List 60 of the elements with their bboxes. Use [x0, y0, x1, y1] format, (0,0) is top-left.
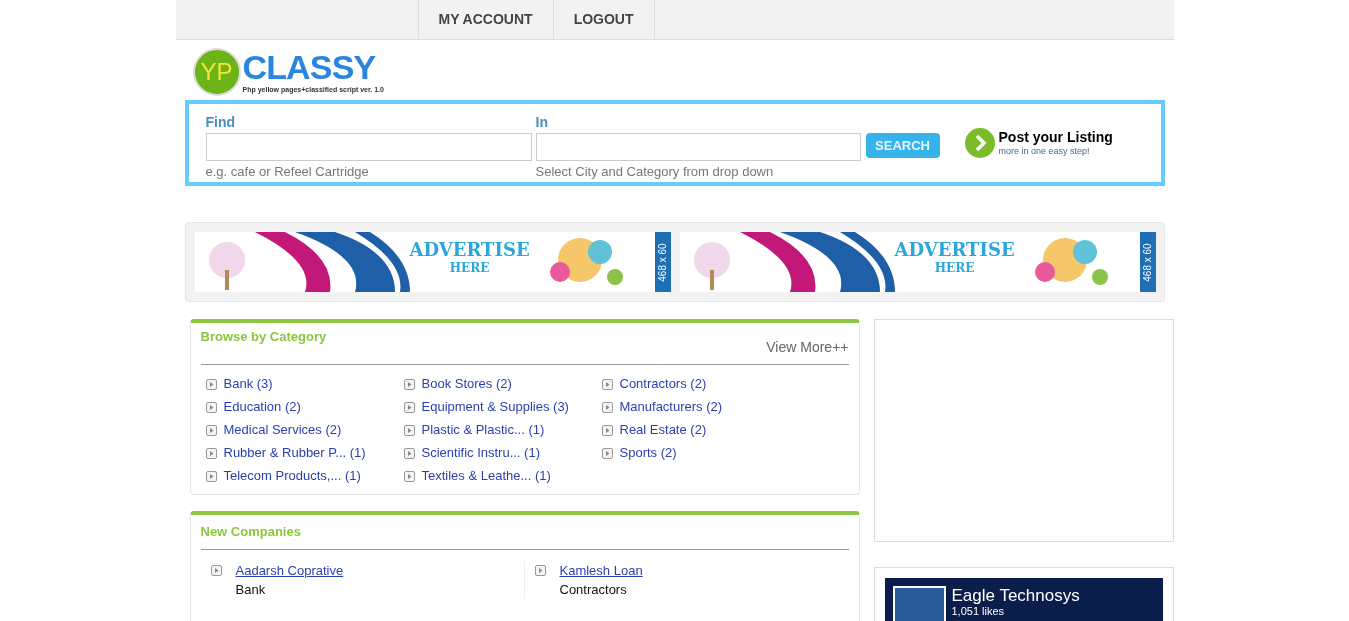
company-link[interactable]: Kamlesh Loan — [559, 561, 643, 580]
arrow-bullet-icon — [205, 378, 217, 390]
location-hint: Select City and Category from drop down — [535, 163, 775, 181]
category-link[interactable]: Book Stores (2) — [421, 375, 512, 393]
company-category: Contractors — [559, 581, 628, 599]
category-link[interactable]: Contractors (2) — [619, 375, 707, 393]
banner-size-strip: 468 x 60 — [1139, 232, 1156, 292]
section-title: New Companies — [200, 524, 301, 539]
arrow-bullet-icon — [205, 424, 217, 436]
logo-badge: YP — [192, 48, 241, 96]
location-label: In — [535, 113, 549, 132]
advertise-subline: HERE — [449, 260, 490, 276]
page-avatar — [892, 586, 946, 621]
arrow-bullet-icon — [403, 378, 415, 390]
arrow-bullet-icon — [601, 447, 613, 459]
arrow-bullet-icon — [205, 447, 217, 459]
post-listing-link[interactable]: Post your Listing more in one easy step! — [964, 128, 1113, 158]
category-link[interactable]: Plastic & Plastic... (1) — [421, 421, 545, 439]
ad-banner[interactable]: ADVERTISE HERE 468 x 60 — [194, 232, 671, 292]
find-field[interactable] — [205, 133, 532, 161]
nav-link[interactable]: MY ACCOUNT — [417, 0, 554, 39]
category-link[interactable]: Real Estate (2) — [619, 421, 707, 439]
category-link[interactable]: Education (2) — [223, 398, 301, 416]
arrow-bullet-icon — [210, 565, 222, 576]
arrow-bullet-icon — [205, 470, 217, 482]
arrow-bullet-icon — [601, 401, 613, 413]
banner-size-strip: 468 x 60 — [654, 232, 671, 292]
ad-banner[interactable]: ADVERTISE HERE 468 x 60 — [679, 232, 1156, 292]
arrow-bullet-icon — [205, 401, 217, 413]
company-link[interactable]: Aadarsh Coprative — [235, 561, 344, 580]
category-link[interactable]: Sports (2) — [619, 444, 677, 462]
logo-wordmark: CLASSY — [242, 48, 377, 85]
section-title: Browse by Category — [200, 328, 327, 346]
category-link[interactable]: Scientific Instru... (1) — [421, 444, 540, 462]
nav-link[interactable]: LOGOUT — [552, 0, 655, 39]
arrow-bullet-icon — [601, 378, 613, 390]
arrow-bullet-icon — [403, 424, 415, 436]
arrow-bullet-icon — [403, 470, 415, 482]
category-link[interactable]: Telecom Products,... (1) — [223, 467, 361, 485]
category-link[interactable]: Rubber & Rubber P... (1) — [223, 444, 366, 462]
arrow-bullet-icon — [403, 447, 415, 459]
location-field[interactable] — [535, 133, 861, 161]
category-link[interactable]: Manufacturers (2) — [619, 398, 723, 416]
category-link[interactable]: Equipment & Supplies (3) — [421, 398, 569, 416]
find-hint: e.g. cafe or Refeel Cartridge — [205, 163, 370, 181]
company-category: Bank — [235, 581, 267, 599]
facebook-page-name: Eagle Technosys — [951, 586, 1080, 605]
find-label: Find — [205, 113, 237, 132]
chevron-right-icon — [964, 128, 995, 158]
category-link[interactable]: Bank (3) — [223, 375, 273, 393]
facebook-likes: 1,051 likes — [951, 605, 1006, 618]
arrow-bullet-icon — [403, 401, 415, 413]
view-more-link[interactable]: View More++ — [766, 337, 849, 358]
advertise-headline: ADVERTISE — [894, 240, 1015, 260]
category-link[interactable]: Medical Services (2) — [223, 421, 342, 439]
category-link[interactable]: Textiles & Leathe... (1) — [421, 467, 551, 485]
advertise-headline: ADVERTISE — [409, 240, 530, 260]
advertise-subline: HERE — [934, 260, 975, 276]
arrow-bullet-icon — [534, 565, 546, 576]
arrow-bullet-icon — [601, 424, 613, 436]
